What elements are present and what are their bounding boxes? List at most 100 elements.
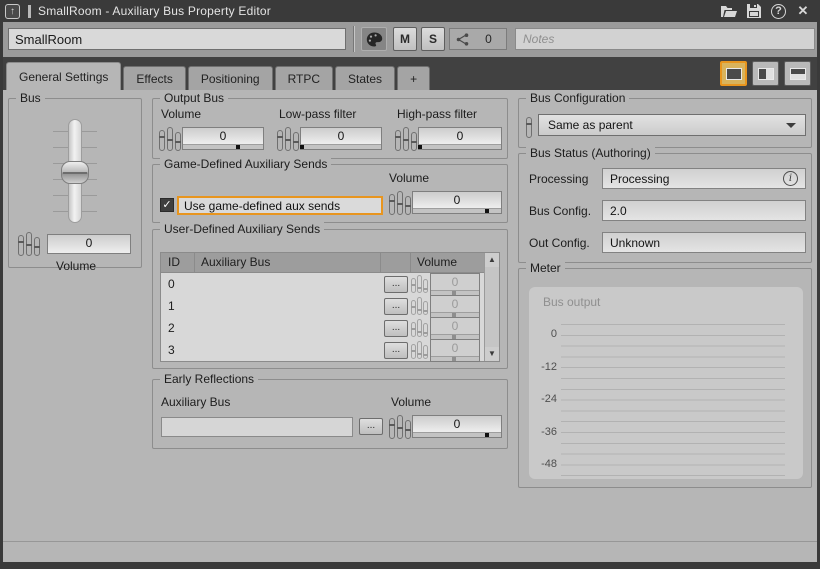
title-bar: ↑ SmallRoom - Auxiliary Bus Property Edi… <box>0 0 820 22</box>
scroll-up-icon[interactable]: ▲ <box>485 253 499 267</box>
rtpc-fader-icon <box>411 341 428 359</box>
game-volume-value[interactable]: 0 <box>412 191 502 214</box>
layout-single-button[interactable] <box>720 61 747 86</box>
tab-rtpc[interactable]: RTPC <box>275 66 333 90</box>
notes-input[interactable] <box>515 28 815 50</box>
reference-count: 0 <box>477 32 500 46</box>
browse-button[interactable]: ... <box>384 298 408 315</box>
toolbar: M S 0 <box>3 22 817 57</box>
bus-volume-label: Volume <box>9 259 143 273</box>
row-id: 3 <box>161 343 195 357</box>
dock-window-icon[interactable]: ↑ <box>5 4 20 19</box>
er-browse-button[interactable]: ... <box>359 418 383 435</box>
output-volume-label: Volume <box>161 107 201 121</box>
rtpc-fader-icon <box>411 297 428 315</box>
layout-split-vertical-button[interactable] <box>752 61 779 86</box>
meter-gridlines <box>561 324 785 478</box>
col-aux-bus[interactable]: Auxiliary Bus <box>195 253 381 272</box>
mute-button[interactable]: M <box>393 27 417 51</box>
vertical-split-icon <box>758 68 774 80</box>
scroll-down-icon[interactable]: ▼ <box>485 347 499 361</box>
highpass-value[interactable]: 0 <box>418 127 502 150</box>
row-volume-value[interactable]: 0 <box>430 339 480 362</box>
bus-volume-value[interactable]: 0 <box>47 234 131 254</box>
col-id[interactable]: ID <box>161 253 195 272</box>
help-icon[interactable]: ? <box>771 4 786 19</box>
meter-group: Meter Bus output 0 -12 -24 -36 -48 <box>518 268 812 488</box>
window-title: SmallRoom - Auxiliary Bus Property Edito… <box>38 4 271 18</box>
tab-general-settings[interactable]: General Settings <box>6 62 121 90</box>
use-game-defined-label[interactable]: Use game-defined aux sends <box>177 196 383 215</box>
bus-config-label: Bus Config. <box>529 204 591 218</box>
rtpc-fader-icon <box>389 191 411 215</box>
references-indicator[interactable]: 0 <box>449 28 507 50</box>
horizontal-split-icon <box>790 68 806 80</box>
tab-add[interactable]: + <box>397 66 430 90</box>
processing-value: Processing i <box>602 168 806 189</box>
rtpc-fader-icon <box>526 114 532 138</box>
table-row[interactable]: 0 ... 0 <box>161 273 499 295</box>
browse-button[interactable]: ... <box>384 320 408 337</box>
er-aux-bus-input[interactable] <box>161 417 353 437</box>
lowpass-value[interactable]: 0 <box>300 127 382 150</box>
bus-config-dropdown[interactable]: Same as parent <box>538 114 806 136</box>
open-folder-icon[interactable] <box>721 3 737 19</box>
row-volume-value[interactable]: 0 <box>430 273 480 296</box>
meter-tick-24: -24 <box>531 393 557 405</box>
out-config-label: Out Config. <box>529 236 590 250</box>
early-reflections-group-title: Early Reflections <box>160 372 258 386</box>
er-aux-bus-label: Auxiliary Bus <box>161 395 230 409</box>
output-bus-group-title: Output Bus <box>160 91 228 105</box>
toolbar-separator <box>353 26 355 52</box>
tab-states[interactable]: States <box>335 66 395 90</box>
tab-positioning[interactable]: Positioning <box>188 66 273 90</box>
close-icon[interactable]: ✕ <box>795 3 811 19</box>
save-icon[interactable] <box>746 3 762 19</box>
single-pane-icon <box>726 68 742 80</box>
table-row[interactable]: 1 ... 0 <box>161 295 499 317</box>
row-volume-value[interactable]: 0 <box>430 295 480 318</box>
rtpc-fader-icon <box>277 127 299 151</box>
table-row[interactable]: 2 ... 0 <box>161 317 499 339</box>
user-defined-group-title: User-Defined Auxiliary Sends <box>160 222 324 236</box>
tab-band: General Settings Effects Positioning RTP… <box>3 57 817 90</box>
browse-button[interactable]: ... <box>384 276 408 293</box>
game-volume-label: Volume <box>389 171 429 185</box>
er-volume-label: Volume <box>391 395 431 409</box>
color-palette-button[interactable] <box>361 27 387 51</box>
table-scrollbar[interactable]: ▲ ▼ <box>484 253 499 361</box>
bus-status-group-title: Bus Status (Authoring) <box>526 146 655 160</box>
meter-tick-12: -12 <box>531 361 557 373</box>
bus-configuration-group-title: Bus Configuration <box>526 91 629 105</box>
tab-effects[interactable]: Effects <box>123 66 185 90</box>
info-icon[interactable]: i <box>783 171 798 186</box>
share-icon <box>456 33 469 46</box>
solo-button[interactable]: S <box>421 27 445 51</box>
row-id: 2 <box>161 321 195 335</box>
layout-split-horizontal-button[interactable] <box>784 61 811 86</box>
bus-configuration-group: Bus Configuration Same as parent <box>518 98 812 148</box>
output-volume-value[interactable]: 0 <box>182 127 264 150</box>
general-settings-page: Bus 0 Volume Output Bus Volume Low-pass … <box>3 90 817 562</box>
highpass-label: High-pass filter <box>397 107 477 121</box>
meter-panel: Bus output 0 -12 -24 -36 -48 <box>529 287 803 479</box>
col-volume[interactable]: Volume <box>411 253 483 272</box>
rtpc-fader-icon <box>18 232 40 256</box>
browse-button[interactable]: ... <box>384 342 408 359</box>
meter-channel-label: Bus output <box>543 295 600 309</box>
object-name-input[interactable] <box>8 28 346 50</box>
meter-tick-48: -48 <box>531 458 557 470</box>
meter-tick-36: -36 <box>531 426 557 438</box>
fader-handle[interactable] <box>61 161 89 184</box>
row-volume-value[interactable]: 0 <box>430 317 480 340</box>
bus-volume-fader[interactable] <box>9 117 141 229</box>
use-game-defined-checkbox[interactable]: ✓ <box>160 198 174 212</box>
aux-sends-table: ID Auxiliary Bus Volume 0 ... 0 <box>160 252 500 362</box>
table-row[interactable]: 3 ... 0 <box>161 339 499 361</box>
bus-group-title: Bus <box>16 91 45 105</box>
property-editor-window: ↑ SmallRoom - Auxiliary Bus Property Edi… <box>0 0 820 569</box>
rtpc-fader-icon <box>411 319 428 337</box>
page-bottom-edge <box>3 541 817 542</box>
col-browse[interactable] <box>381 253 411 272</box>
er-volume-value[interactable]: 0 <box>412 415 502 438</box>
